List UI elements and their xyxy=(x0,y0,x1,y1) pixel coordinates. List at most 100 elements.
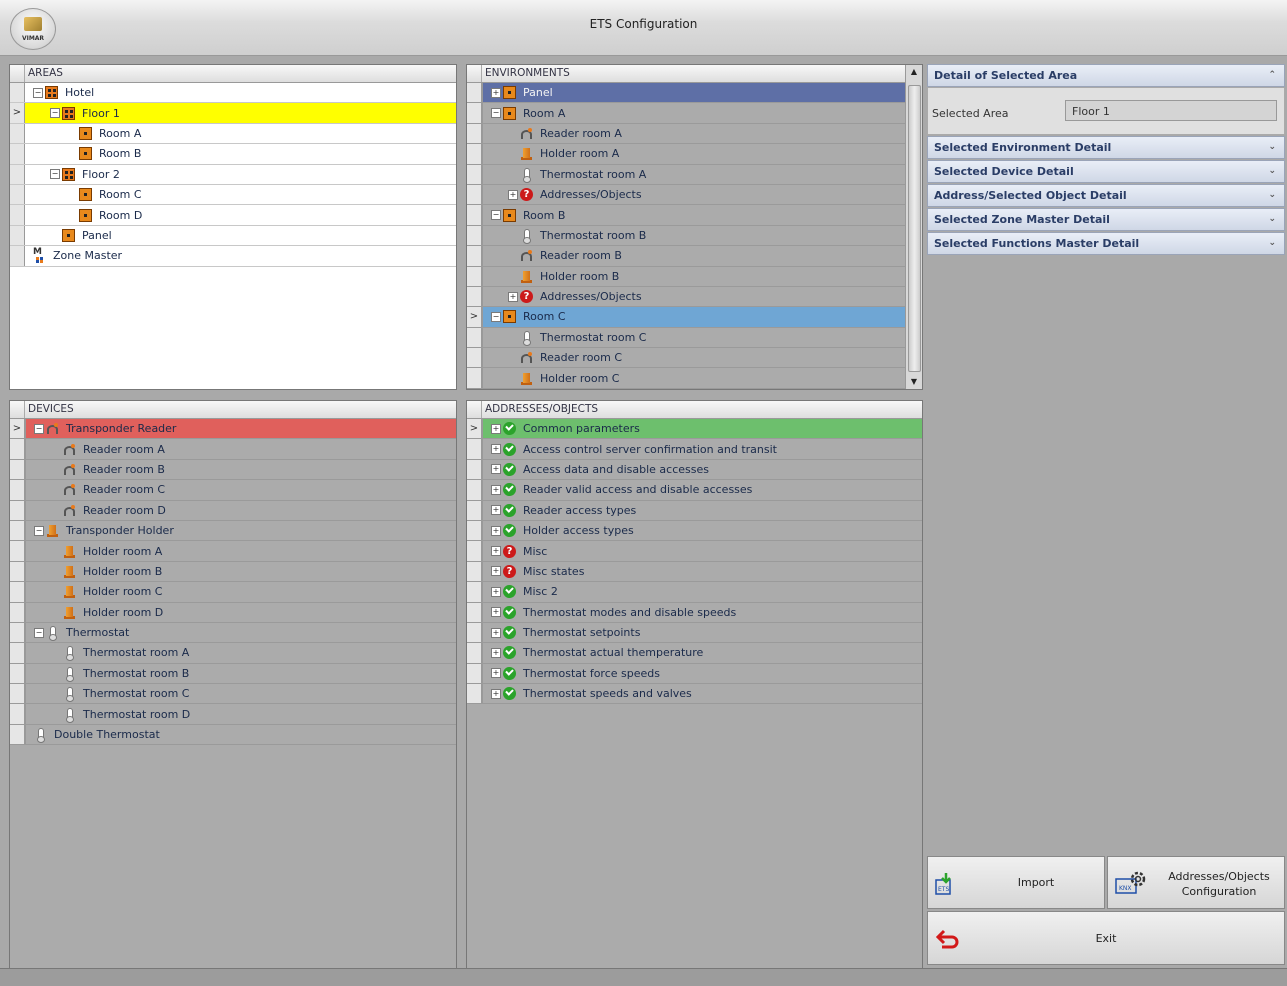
row-selector[interactable] xyxy=(10,724,25,745)
scroll-thumb[interactable] xyxy=(908,85,921,372)
environments-row[interactable]: Holder room B xyxy=(467,266,905,287)
row-selector[interactable] xyxy=(10,164,25,184)
tree-node[interactable]: + Reader access types xyxy=(491,501,639,520)
tree-node[interactable]: + Thermostat setpoints xyxy=(491,623,643,642)
row-selector[interactable] xyxy=(467,520,482,541)
areas-row[interactable]: − Hotel xyxy=(10,83,456,104)
tree-node[interactable]: − Floor 2 xyxy=(50,165,123,184)
row-selector[interactable] xyxy=(467,459,482,480)
environments-row[interactable]: +?Addresses/Objects xyxy=(467,388,905,389)
addresses-row[interactable]: + Thermostat speeds and valves xyxy=(467,684,922,705)
addresses-row[interactable]: + Thermostat modes and disable speeds xyxy=(467,602,922,623)
collapse-icon[interactable]: − xyxy=(50,169,60,180)
addresses-row[interactable]: + Thermostat force speeds xyxy=(467,663,922,685)
tree-node[interactable]: + Access control server confirmation and … xyxy=(491,439,780,458)
environments-row[interactable]: +?Addresses/Objects xyxy=(467,184,905,206)
row-selector[interactable]: > xyxy=(467,419,482,439)
environments-row[interactable]: Holder room A xyxy=(467,144,905,165)
row-selector[interactable] xyxy=(10,622,25,643)
devices-row[interactable]: Reader room B xyxy=(10,459,456,481)
devices-row[interactable]: Thermostat room B xyxy=(10,663,456,685)
expand-icon[interactable]: + xyxy=(491,688,501,699)
environments-row[interactable]: Thermostat room A xyxy=(467,164,905,185)
row-selector[interactable] xyxy=(467,164,482,184)
expand-icon[interactable]: + xyxy=(491,525,501,536)
row-selector[interactable] xyxy=(10,704,25,724)
row-selector[interactable] xyxy=(10,123,25,144)
row-selector[interactable] xyxy=(10,541,25,561)
addresses-row[interactable]: > + Common parameters xyxy=(467,419,922,440)
addresses-row[interactable]: + Thermostat setpoints xyxy=(467,622,922,644)
scroll-down-icon[interactable]: ▼ xyxy=(906,375,922,389)
tree-node[interactable]: Panel xyxy=(62,226,115,245)
collapse-icon[interactable]: − xyxy=(50,108,60,119)
tree-node[interactable]: Reader room B xyxy=(520,246,625,265)
tree-node[interactable]: − Floor 1 xyxy=(50,103,123,122)
row-selector[interactable] xyxy=(467,663,482,684)
environments-row[interactable]: − Room B xyxy=(467,205,905,226)
row-selector[interactable] xyxy=(10,561,25,582)
expand-icon[interactable]: + xyxy=(491,647,501,658)
addresses-row[interactable]: + Access control server confirmation and … xyxy=(467,439,922,460)
addresses-row[interactable]: +? Misc states xyxy=(467,561,922,583)
row-selector[interactable] xyxy=(467,123,482,144)
row-selector[interactable] xyxy=(467,602,482,622)
chevron-down-icon[interactable]: ⌄ xyxy=(1268,137,1276,158)
expand-icon[interactable]: + xyxy=(491,566,501,577)
row-selector[interactable] xyxy=(10,500,25,520)
devices-row[interactable]: Holder room C xyxy=(10,582,456,603)
addresses-config-button[interactable]: KNX Addresses/Objects Configuration xyxy=(1107,856,1285,909)
environments-row[interactable]: Reader room C xyxy=(467,348,905,369)
environments-row[interactable]: Thermostat room C xyxy=(467,327,905,349)
tree-node[interactable]: Room A xyxy=(79,124,144,143)
expand-icon[interactable]: + xyxy=(491,87,501,98)
row-selector[interactable] xyxy=(467,582,482,602)
environments-row[interactable]: +?Addresses/Objects xyxy=(467,286,905,308)
devices-row[interactable]: − Thermostat xyxy=(10,622,456,644)
tree-node[interactable]: +? Misc states xyxy=(491,562,587,581)
row-selector[interactable] xyxy=(10,246,25,266)
tree-node[interactable]: + Thermostat speeds and valves xyxy=(491,684,695,703)
tree-node[interactable]: Reader room B xyxy=(63,460,168,479)
row-selector[interactable] xyxy=(10,582,25,602)
tree-node[interactable]: Room C xyxy=(79,185,145,204)
expand-icon[interactable]: + xyxy=(491,444,501,455)
areas-row[interactable]: Panel xyxy=(10,225,456,247)
tree-node[interactable]: Thermostat room A xyxy=(63,643,192,662)
addresses-row[interactable]: + Reader valid access and disable accesse… xyxy=(467,480,922,501)
areas-row[interactable]: > − Floor 1 xyxy=(10,103,456,124)
chevron-down-icon[interactable]: ⌄ xyxy=(1268,233,1276,254)
row-selector[interactable]: > xyxy=(10,419,25,439)
exit-button[interactable]: Exit xyxy=(927,911,1285,965)
row-selector[interactable] xyxy=(467,266,482,286)
tree-node[interactable]: Room D xyxy=(79,205,145,224)
expand-icon[interactable]: + xyxy=(491,484,501,495)
collapse-icon[interactable]: − xyxy=(491,311,501,322)
environments-row[interactable]: + Panel xyxy=(467,83,905,104)
environments-row[interactable]: Reader room A xyxy=(467,123,905,145)
row-selector[interactable] xyxy=(467,184,482,205)
row-selector[interactable] xyxy=(467,144,482,164)
devices-row[interactable]: Reader room A xyxy=(10,439,456,460)
tree-node[interactable]: Thermostat room A xyxy=(520,165,649,184)
tree-node[interactable]: Holder room C xyxy=(63,582,165,601)
tree-node[interactable]: + Access data and disable accesses xyxy=(491,460,712,479)
environments-row[interactable]: − Room A xyxy=(467,103,905,124)
tree-node[interactable]: Reader room A xyxy=(520,124,625,143)
detail-section[interactable]: Selected Environment Detail ⌄ xyxy=(927,136,1285,159)
devices-row[interactable]: Thermostat room A xyxy=(10,643,456,664)
collapse-icon[interactable]: − xyxy=(33,87,43,98)
collapse-icon[interactable]: − xyxy=(491,108,501,119)
row-selector[interactable] xyxy=(467,286,482,307)
expand-icon[interactable]: + xyxy=(491,627,501,638)
tree-node[interactable]: Holder room B xyxy=(520,267,622,286)
tree-node[interactable]: Holder room A xyxy=(63,541,165,560)
row-selector[interactable] xyxy=(467,684,482,704)
row-selector[interactable] xyxy=(10,184,25,205)
row-selector[interactable] xyxy=(467,205,482,225)
expand-icon[interactable]: + xyxy=(508,291,518,302)
row-selector[interactable] xyxy=(10,480,25,500)
detail-section[interactable]: Selected Zone Master Detail ⌄ xyxy=(927,208,1285,231)
devices-row[interactable]: Thermostat room D xyxy=(10,704,456,725)
addresses-row[interactable]: + Access data and disable accesses xyxy=(467,459,922,481)
